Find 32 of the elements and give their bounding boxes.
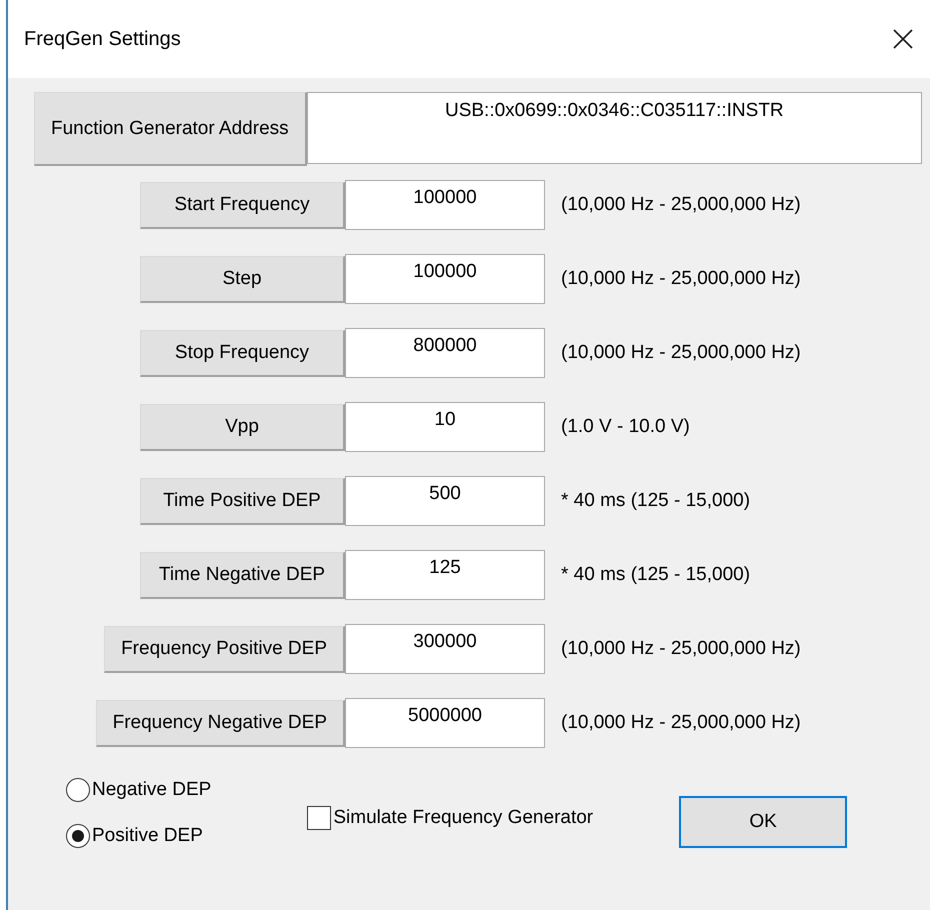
parameter-field[interactable]: 100000 xyxy=(345,180,545,230)
range-hint: (10,000 Hz - 25,000,000 Hz) xyxy=(560,712,802,734)
range-hint: (1.0 V - 10.0 V) xyxy=(560,416,691,438)
parameter-button[interactable]: Time Positive DEP xyxy=(140,478,345,524)
parameter-field[interactable]: 300000 xyxy=(345,624,545,674)
close-icon[interactable] xyxy=(892,28,914,50)
range-hint: (10,000 Hz - 25,000,000 Hz) xyxy=(560,194,802,216)
parameter-button[interactable]: Time Negative DEP xyxy=(140,552,345,598)
parameter-button[interactable]: Start Frequency xyxy=(140,182,345,228)
parameter-button[interactable]: Frequency Positive DEP xyxy=(104,626,345,672)
dep-radio[interactable]: Positive DEP xyxy=(66,824,212,848)
parameter-button[interactable]: Vpp xyxy=(140,404,345,450)
address-button[interactable]: Function Generator Address xyxy=(34,92,307,166)
range-hint: (10,000 Hz - 25,000,000 Hz) xyxy=(560,638,802,660)
range-hint: (10,000 Hz - 25,000,000 Hz) xyxy=(560,268,802,290)
parameter-field[interactable]: 100000 xyxy=(345,254,545,304)
window-title: FreqGen Settings xyxy=(24,28,181,50)
parameter-field[interactable]: 10 xyxy=(345,402,545,452)
parameter-button[interactable]: Stop Frequency xyxy=(140,330,345,376)
range-hint: * 40 ms (125 - 15,000) xyxy=(560,490,752,512)
parameter-button[interactable]: Frequency Negative DEP xyxy=(96,700,345,746)
parameter-field[interactable]: 5000000 xyxy=(345,698,545,748)
parameter-field[interactable]: 500 xyxy=(345,476,545,526)
ok-button[interactable]: OK xyxy=(679,796,848,848)
simulate-checkbox[interactable]: Simulate Frequency Generator xyxy=(307,806,594,830)
parameter-field[interactable]: 800000 xyxy=(345,328,545,378)
range-hint: * 40 ms (125 - 15,000) xyxy=(560,564,752,586)
address-field[interactable]: USB::0x0699::0x0346::C035117::INSTR xyxy=(306,92,922,164)
dep-radio[interactable]: Negative DEP xyxy=(66,778,212,802)
parameter-button[interactable]: Step xyxy=(140,256,345,302)
range-hint: (10,000 Hz - 25,000,000 Hz) xyxy=(560,342,802,364)
parameter-field[interactable]: 125 xyxy=(345,550,545,600)
